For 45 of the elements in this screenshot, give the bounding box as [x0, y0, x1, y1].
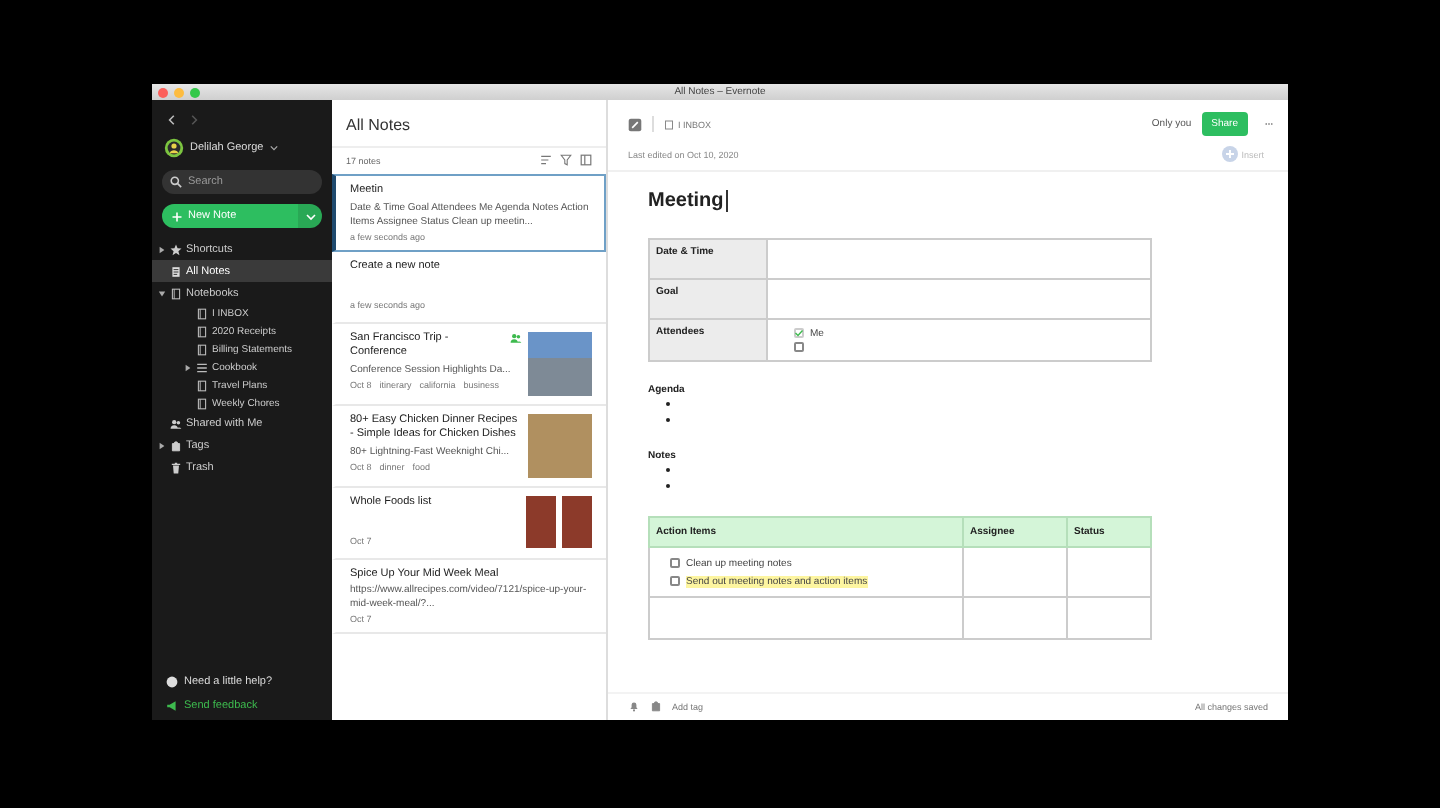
- avatar-icon: [164, 138, 184, 158]
- notebook-icon: [196, 325, 208, 337]
- bell-icon: [628, 700, 640, 712]
- checkbox[interactable]: [794, 342, 804, 352]
- plus-icon: [172, 211, 182, 221]
- sort-icon: [540, 154, 552, 166]
- notebook-icon: [170, 287, 182, 299]
- people-icon: [170, 417, 182, 429]
- caret-right-icon: [158, 441, 166, 449]
- tag-icon: [650, 700, 662, 712]
- panel-title: All Notes: [332, 100, 606, 148]
- checkbox[interactable]: [794, 328, 804, 338]
- stack-icon: [196, 361, 208, 373]
- megaphone-icon: [166, 700, 178, 712]
- chevron-down-icon: [305, 211, 315, 221]
- checkbox[interactable]: [670, 558, 680, 568]
- caret-right-icon: [184, 363, 192, 371]
- photo-placeholder: [528, 331, 592, 395]
- dropdown-button[interactable]: [298, 204, 322, 228]
- notebook-icon: [196, 379, 208, 391]
- plus-circle-icon: [1221, 146, 1238, 162]
- star-icon: [170, 243, 182, 255]
- notebook-icon: [196, 307, 208, 319]
- notebook-icon: [196, 343, 208, 355]
- expand-icon: [628, 117, 642, 131]
- caret-down-icon: [158, 289, 166, 297]
- notebook-icon: [196, 397, 208, 409]
- photo-placeholder: [526, 495, 556, 547]
- table-cell: [1067, 597, 1151, 639]
- filter-icon: [560, 154, 572, 166]
- table-cell: [963, 597, 1067, 639]
- caret-right-icon: [158, 245, 166, 253]
- trash-icon: [170, 461, 182, 473]
- photo-placeholder: [528, 413, 592, 477]
- checkbox[interactable]: [670, 576, 680, 586]
- chevron-down-icon: [269, 144, 278, 152]
- note-icon: [170, 265, 182, 277]
- photo-placeholder: [562, 495, 592, 547]
- checkmark-icon: [794, 328, 804, 338]
- note-title-field[interactable]: Meeting: [648, 190, 728, 212]
- tag-icon: [170, 439, 182, 451]
- search-icon: [170, 176, 182, 188]
- layout-icon: [580, 154, 592, 166]
- notebook-icon: [664, 119, 674, 129]
- table-cell: [1067, 547, 1151, 597]
